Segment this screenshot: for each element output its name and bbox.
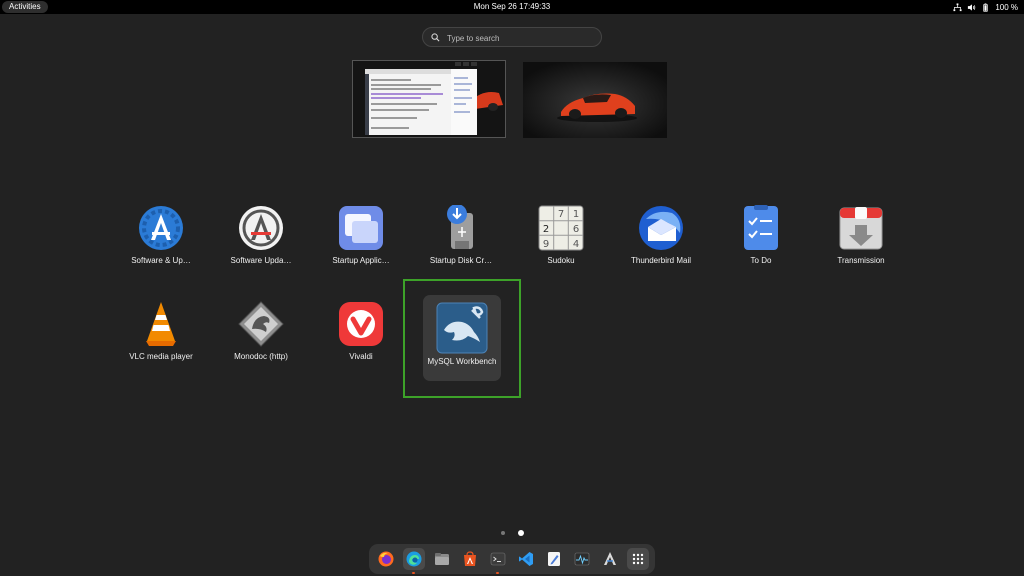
startup-applications-icon — [339, 206, 383, 250]
app-installer-icon — [604, 552, 616, 565]
sudoku-digit: 9 — [543, 239, 549, 250]
window-thumbnail-wallpaper[interactable] — [523, 62, 667, 138]
battery-icon — [983, 2, 988, 12]
app-label: Software & Up… — [131, 256, 191, 265]
focus-highlight — [403, 279, 521, 398]
app-monodoc[interactable]: Monodoc (http) — [216, 301, 306, 381]
sudoku-icon: 7 1 2 6 9 4 — [538, 205, 584, 251]
todo-icon — [744, 205, 778, 250]
app-label: Startup Disk Cr… — [429, 256, 493, 265]
sudoku-digit: 4 — [573, 239, 579, 250]
clock: Mon Sep 26 17:49:33 — [0, 0, 1024, 14]
app-startup-disk-creator[interactable]: Startup Disk Cr… — [416, 205, 506, 285]
app-label: Transmission — [837, 256, 885, 265]
running-indicator — [412, 572, 415, 574]
app-label: Software Upda… — [230, 256, 292, 265]
top-bar: Activities Mon Sep 26 17:49:33 100 % — [0, 0, 1024, 14]
dock-system-monitor[interactable] — [571, 548, 593, 570]
dock-app-center[interactable] — [459, 548, 481, 570]
app-label: Thunderbird Mail — [630, 256, 692, 265]
text-editor-icon — [548, 552, 560, 566]
thunderbird-icon — [639, 206, 683, 250]
dock-files[interactable] — [431, 548, 453, 570]
dock-vscode[interactable] — [515, 548, 537, 570]
app-center-icon — [464, 551, 476, 566]
terminal-icon — [490, 552, 506, 566]
vivaldi-icon — [339, 302, 383, 346]
dock-app-installer[interactable] — [599, 548, 621, 570]
page-dot-2[interactable] — [518, 530, 524, 536]
dock-show-apps[interactable] — [627, 548, 649, 570]
dock-edge[interactable] — [403, 548, 425, 574]
network-icon — [953, 2, 962, 11]
app-software-updater[interactable]: Software Upda… — [216, 205, 306, 285]
transmission-icon — [839, 207, 883, 250]
system-monitor-icon — [574, 552, 590, 566]
search-input[interactable] — [445, 30, 599, 46]
files-icon — [435, 553, 449, 565]
app-vlc[interactable]: VLC media player — [116, 301, 206, 381]
system-tray[interactable]: 100 % — [953, 0, 1018, 14]
running-indicator — [496, 572, 499, 574]
app-software-properties[interactable]: Software & Up… — [116, 205, 206, 285]
sudoku-digit: 7 — [558, 209, 564, 220]
vlc-icon — [146, 302, 176, 346]
app-vivaldi[interactable]: Vivaldi — [316, 301, 406, 381]
edge-icon — [406, 551, 422, 567]
dock-text-editor[interactable] — [543, 548, 565, 570]
app-transmission[interactable]: Transmission — [816, 205, 906, 285]
clock-label[interactable]: Mon Sep 26 17:49:33 — [474, 2, 551, 11]
startup-disk-creator-icon — [447, 205, 473, 249]
dock-firefox[interactable] — [375, 548, 397, 570]
vscode-icon — [519, 552, 533, 566]
page-dot-1[interactable] — [501, 531, 505, 535]
show-apps-icon — [632, 553, 644, 565]
app-label: VLC media player — [129, 352, 193, 361]
sudoku-digit: 2 — [543, 224, 549, 235]
app-label: Monodoc (http) — [234, 352, 288, 361]
sudoku-digit: 1 — [573, 209, 579, 220]
app-label: Startup Applic… — [332, 256, 390, 265]
app-label: To Do — [750, 256, 772, 265]
document-preview — [365, 69, 451, 135]
window-thumbnail-browser[interactable] — [352, 60, 506, 138]
app-todo[interactable]: To Do — [716, 205, 806, 285]
app-sudoku[interactable]: 7 1 2 6 9 4 Sudoku — [516, 205, 606, 285]
monodoc-icon — [238, 301, 284, 347]
search-icon — [431, 33, 440, 42]
app-thunderbird[interactable]: Thunderbird Mail — [616, 205, 706, 285]
app-label: Sudoku — [547, 256, 575, 265]
dock — [369, 544, 655, 574]
side-panel-preview — [451, 69, 477, 135]
dock-terminal[interactable] — [487, 548, 509, 574]
volume-icon — [968, 3, 976, 11]
battery-level: 100 % — [995, 2, 1018, 12]
app-startup-applications[interactable]: Startup Applic… — [316, 205, 406, 285]
search-box[interactable] — [422, 27, 602, 47]
firefox-icon — [378, 551, 394, 567]
software-properties-icon — [139, 206, 183, 250]
activities-button[interactable]: Activities — [2, 1, 48, 13]
car-wallpaper-image — [523, 62, 667, 138]
software-updater-icon — [239, 206, 283, 250]
sudoku-digit: 6 — [573, 224, 579, 235]
app-label: Vivaldi — [349, 352, 373, 361]
